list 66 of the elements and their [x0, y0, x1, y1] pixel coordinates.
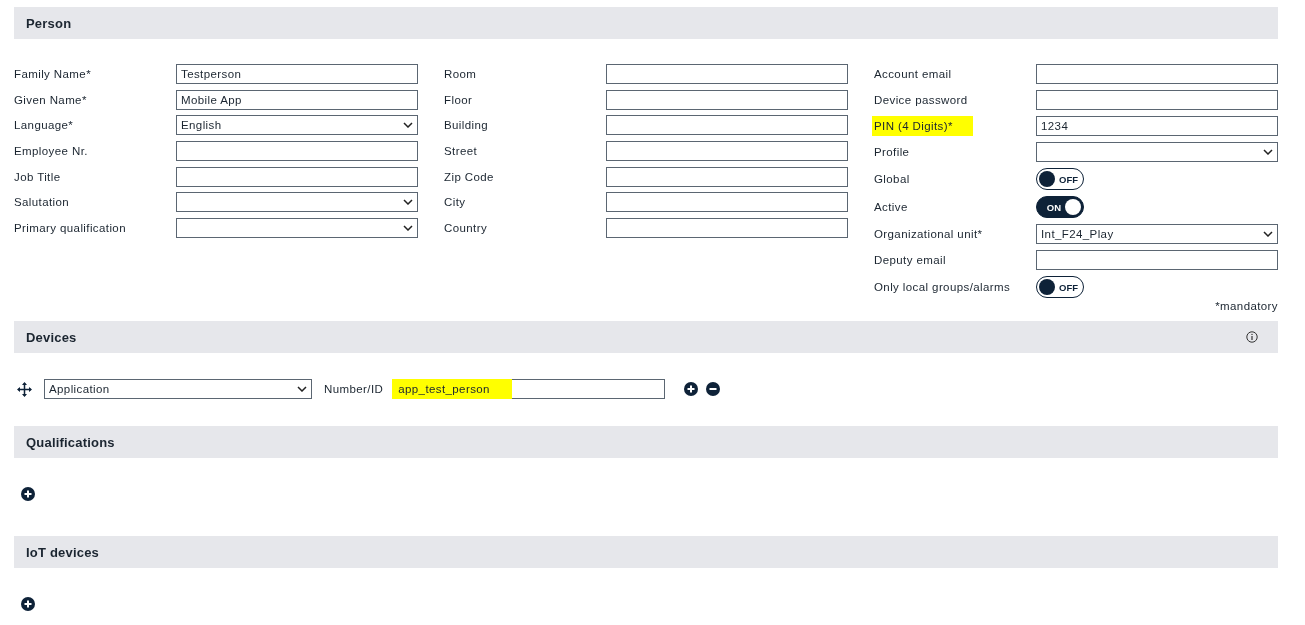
text-input[interactable]: 1234	[1036, 116, 1278, 136]
field-label: Device password	[874, 93, 968, 108]
field-label: Job Title	[14, 169, 61, 185]
field-label: Active	[874, 200, 908, 215]
field-label: Room	[444, 67, 477, 82]
section-title: IoT devices	[26, 544, 99, 560]
remove-icon[interactable]	[706, 382, 721, 396]
text-input[interactable]	[606, 64, 848, 84]
text-input[interactable]	[606, 141, 848, 162]
field-label: Country	[444, 221, 488, 237]
text-input[interactable]	[176, 166, 418, 187]
text-input[interactable]	[1036, 90, 1278, 110]
field-label: Global	[874, 172, 910, 187]
section-title: Devices	[26, 329, 77, 345]
field-label: Deputy email	[874, 253, 946, 268]
chevron-down-icon	[297, 386, 307, 392]
field-label: Employee Nr.	[14, 144, 88, 160]
field-label: Family Name*	[14, 67, 91, 82]
toggle-switch[interactable]: OFF	[1036, 276, 1084, 298]
add-icon[interactable]	[21, 487, 35, 501]
chevron-down-icon	[1263, 149, 1273, 155]
move-icon[interactable]	[17, 381, 32, 397]
chevron-down-icon	[1263, 231, 1273, 237]
field-label: Only local groups/alarms	[874, 280, 1011, 295]
chevron-down-icon	[403, 122, 413, 129]
add-icon[interactable]	[21, 597, 35, 611]
dropdown[interactable]	[1036, 142, 1278, 162]
text-input[interactable]: Testperson	[176, 64, 418, 84]
text-input[interactable]: app_test_person	[393, 379, 666, 399]
field-label: City	[444, 195, 466, 211]
text-input[interactable]	[606, 115, 848, 136]
mandatory-note: *mandatory	[1214, 300, 1278, 314]
section-title: Qualifications	[26, 434, 115, 450]
field-label: PIN (4 Digits)*	[872, 116, 973, 136]
text-input[interactable]	[1036, 250, 1278, 270]
section-title: Person	[26, 15, 72, 31]
field-label: Given Name*	[14, 92, 87, 108]
field-label: Account email	[874, 67, 952, 82]
field-label: Number/ID	[324, 383, 384, 395]
dropdown[interactable]	[176, 218, 418, 239]
text-input[interactable]	[606, 89, 848, 110]
add-icon[interactable]	[684, 382, 699, 396]
chevron-down-icon	[403, 199, 413, 206]
chevron-down-icon	[403, 225, 413, 232]
text-input[interactable]	[176, 141, 418, 162]
dropdown[interactable]: English	[176, 115, 418, 136]
text-input[interactable]	[606, 166, 848, 187]
toggle-switch[interactable]: ON	[1036, 196, 1084, 218]
dropdown[interactable]: Int_F24_Play	[1036, 224, 1278, 244]
field-label: Primary qualification	[14, 221, 126, 237]
text-input[interactable]: Mobile App	[176, 89, 418, 110]
dropdown[interactable]: Application	[44, 379, 312, 399]
toggle-switch[interactable]: OFF	[1036, 168, 1084, 190]
field-label: Organizational unit*	[874, 227, 983, 242]
info-icon[interactable]	[1246, 331, 1258, 343]
field-label: Salutation	[14, 195, 70, 211]
field-label: Language*	[14, 118, 74, 134]
text-input[interactable]	[606, 192, 848, 213]
field-label: Floor	[444, 92, 473, 108]
dropdown[interactable]	[176, 192, 418, 213]
text-input[interactable]	[1036, 64, 1278, 84]
field-label: Zip Code	[444, 169, 494, 185]
field-label: Profile	[874, 145, 910, 160]
text-input[interactable]	[606, 218, 848, 239]
field-label: Street	[444, 144, 478, 160]
field-label: Building	[444, 118, 489, 134]
